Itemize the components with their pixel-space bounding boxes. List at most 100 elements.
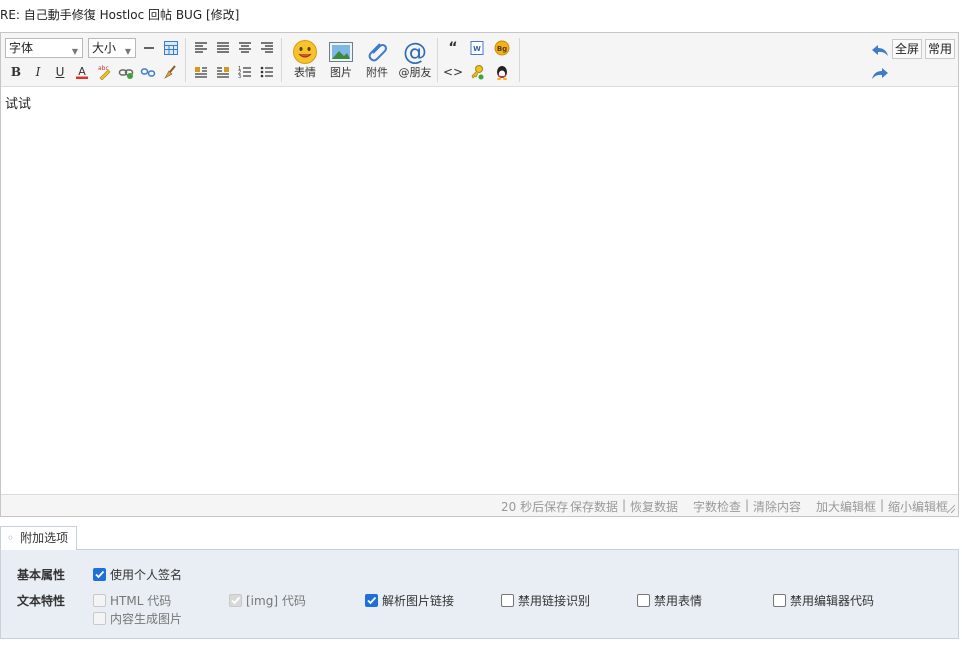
mention-button-label: @朋友 (398, 66, 432, 79)
align-left-button[interactable] (192, 39, 210, 57)
align-justify-button[interactable] (214, 39, 232, 57)
toolbar-separator (519, 38, 520, 82)
save-data-link[interactable]: 保存数据 (570, 498, 618, 515)
word-check-link[interactable]: 字数检查 (693, 498, 741, 515)
toolbar-separator (281, 38, 282, 82)
float-left-icon (195, 67, 207, 78)
word-icon: W (470, 41, 484, 55)
svg-text:@: @ (403, 39, 427, 65)
bold-button[interactable]: B (7, 63, 25, 81)
quote-icon: “ (448, 40, 458, 56)
word-paste-button[interactable]: W (468, 39, 486, 57)
hide-content-button[interactable] (468, 63, 486, 81)
parse-image-links-checkbox[interactable]: 解析图片链接 (365, 592, 454, 609)
use-signature-checkbox[interactable]: 使用个人签名 (93, 566, 182, 583)
font-color-icon: A (76, 65, 88, 79)
disable-link-detect-checkbox[interactable]: 禁用链接识别 (501, 592, 590, 609)
editor-statusbar: 20 秒后保存 保存数据 | 恢复数据 字数检查 | 清除内容 加大编辑框 | … (1, 494, 958, 516)
autosave-countdown: 20 秒后保存 (501, 500, 569, 514)
float-right-button[interactable] (214, 63, 232, 81)
code-button[interactable]: <> (442, 63, 464, 81)
checkbox-checked[interactable] (365, 594, 378, 607)
bold-icon: B (10, 65, 22, 79)
img-code-label: [img] 代码 (246, 594, 306, 608)
qq-button[interactable] (493, 63, 511, 81)
emoji-button[interactable]: 表情 (287, 38, 323, 84)
editor-content[interactable]: 试试 (5, 93, 31, 112)
bg-icon: Bg (494, 40, 510, 56)
editor-toolbar: 字体 ▼ 大小 ▼ B I U A abc 1 2 3 表情 图片 附件 @ @… (1, 33, 958, 87)
checkbox-checked[interactable] (93, 568, 106, 581)
italic-button[interactable]: I (29, 63, 47, 81)
svg-text:3: 3 (238, 74, 241, 79)
checkbox-unchecked[interactable] (501, 594, 514, 607)
qq-penguin-icon (497, 66, 507, 80)
disable-link-detect-label: 禁用链接识别 (518, 594, 591, 608)
additional-options-tab[interactable]: ◦ 附加选项 (0, 526, 78, 550)
italic-icon: I (35, 65, 41, 79)
quote-button[interactable]: “ (444, 39, 462, 57)
background-image-button[interactable]: Bg (493, 39, 511, 57)
restore-data-link[interactable]: 恢复数据 (630, 498, 678, 515)
font-color-button[interactable]: A (73, 63, 91, 81)
mention-button[interactable]: @ @朋友 (397, 38, 433, 84)
unordered-list-button[interactable] (258, 63, 276, 81)
common-mode-button[interactable]: 常用 (925, 39, 956, 59)
ordered-list-icon: 1 2 3 (238, 66, 251, 79)
undo-button[interactable] (871, 41, 889, 59)
align-right-button[interactable] (258, 39, 276, 57)
chevron-down-icon: ▼ (124, 47, 131, 56)
attachment-button-label: 附件 (366, 66, 388, 79)
unlink-button[interactable] (139, 63, 157, 81)
text-features-label: 文本特性 (17, 594, 66, 608)
checkbox-unchecked[interactable] (637, 594, 650, 607)
attachment-button[interactable]: 附件 (359, 38, 395, 84)
table-icon (164, 41, 178, 55)
chevron-down-icon: ▼ (71, 47, 78, 56)
link-button[interactable] (117, 63, 135, 81)
redo-button[interactable] (871, 64, 889, 82)
toolbar-separator (185, 38, 186, 82)
underline-button[interactable]: U (51, 63, 69, 81)
at-sign-icon: @ (403, 39, 427, 65)
code-icon: <> (442, 65, 464, 79)
statusbar-separator: | (622, 498, 627, 512)
align-left-icon (195, 42, 207, 53)
disable-smilies-checkbox[interactable]: 禁用表情 (637, 592, 702, 609)
basic-attributes-label: 基本属性 (17, 568, 66, 582)
disable-editor-code-checkbox[interactable]: 禁用编辑器代码 (773, 592, 874, 609)
image-button[interactable]: 图片 (323, 38, 359, 84)
page-title: RE: 自己動手修復 Hostloc 回帖 BUG [修改] (0, 8, 240, 22)
highlighter-icon: abc (98, 65, 111, 80)
resize-grip-icon[interactable] (946, 504, 956, 514)
smiley-icon (293, 40, 317, 64)
underline-icon: U (55, 65, 65, 79)
clear-content-link[interactable]: 清除内容 (753, 498, 801, 515)
checkmark-icon (231, 596, 241, 605)
fullscreen-button[interactable]: 全屏 (892, 39, 923, 59)
checkbox-disabled[interactable] (93, 612, 106, 625)
content-to-image-label: 内容生成图片 (110, 612, 183, 626)
float-left-button[interactable] (192, 63, 210, 81)
clear-format-button[interactable] (161, 63, 179, 81)
horizontal-rule-button[interactable] (140, 39, 158, 57)
ordered-list-button[interactable]: 1 2 3 (236, 63, 254, 81)
align-center-button[interactable] (236, 39, 254, 57)
checkbox-disabled[interactable] (93, 594, 106, 607)
svg-text:Bg: Bg (497, 45, 507, 53)
font-family-select[interactable]: 字体 ▼ (5, 38, 83, 58)
image-button-label: 图片 (330, 66, 352, 79)
font-size-select[interactable]: 大小 ▼ (88, 38, 136, 58)
shrink-editor-link[interactable]: 缩小编辑框 (888, 498, 948, 515)
additional-options-tab-label: 附加选项 (20, 531, 69, 545)
content-to-image-checkbox[interactable]: 内容生成图片 (93, 610, 182, 627)
enlarge-editor-link[interactable]: 加大编辑框 (816, 498, 876, 515)
img-code-checkbox[interactable]: [img] 代码 (229, 592, 306, 609)
checkbox-unchecked[interactable] (773, 594, 786, 607)
checkbox-disabled-checked[interactable] (229, 594, 242, 607)
table-button[interactable] (162, 39, 180, 57)
html-code-checkbox[interactable]: HTML 代码 (93, 592, 171, 609)
link-icon (118, 69, 134, 79)
background-color-button[interactable]: abc (95, 63, 113, 81)
align-justify-icon (217, 42, 229, 53)
